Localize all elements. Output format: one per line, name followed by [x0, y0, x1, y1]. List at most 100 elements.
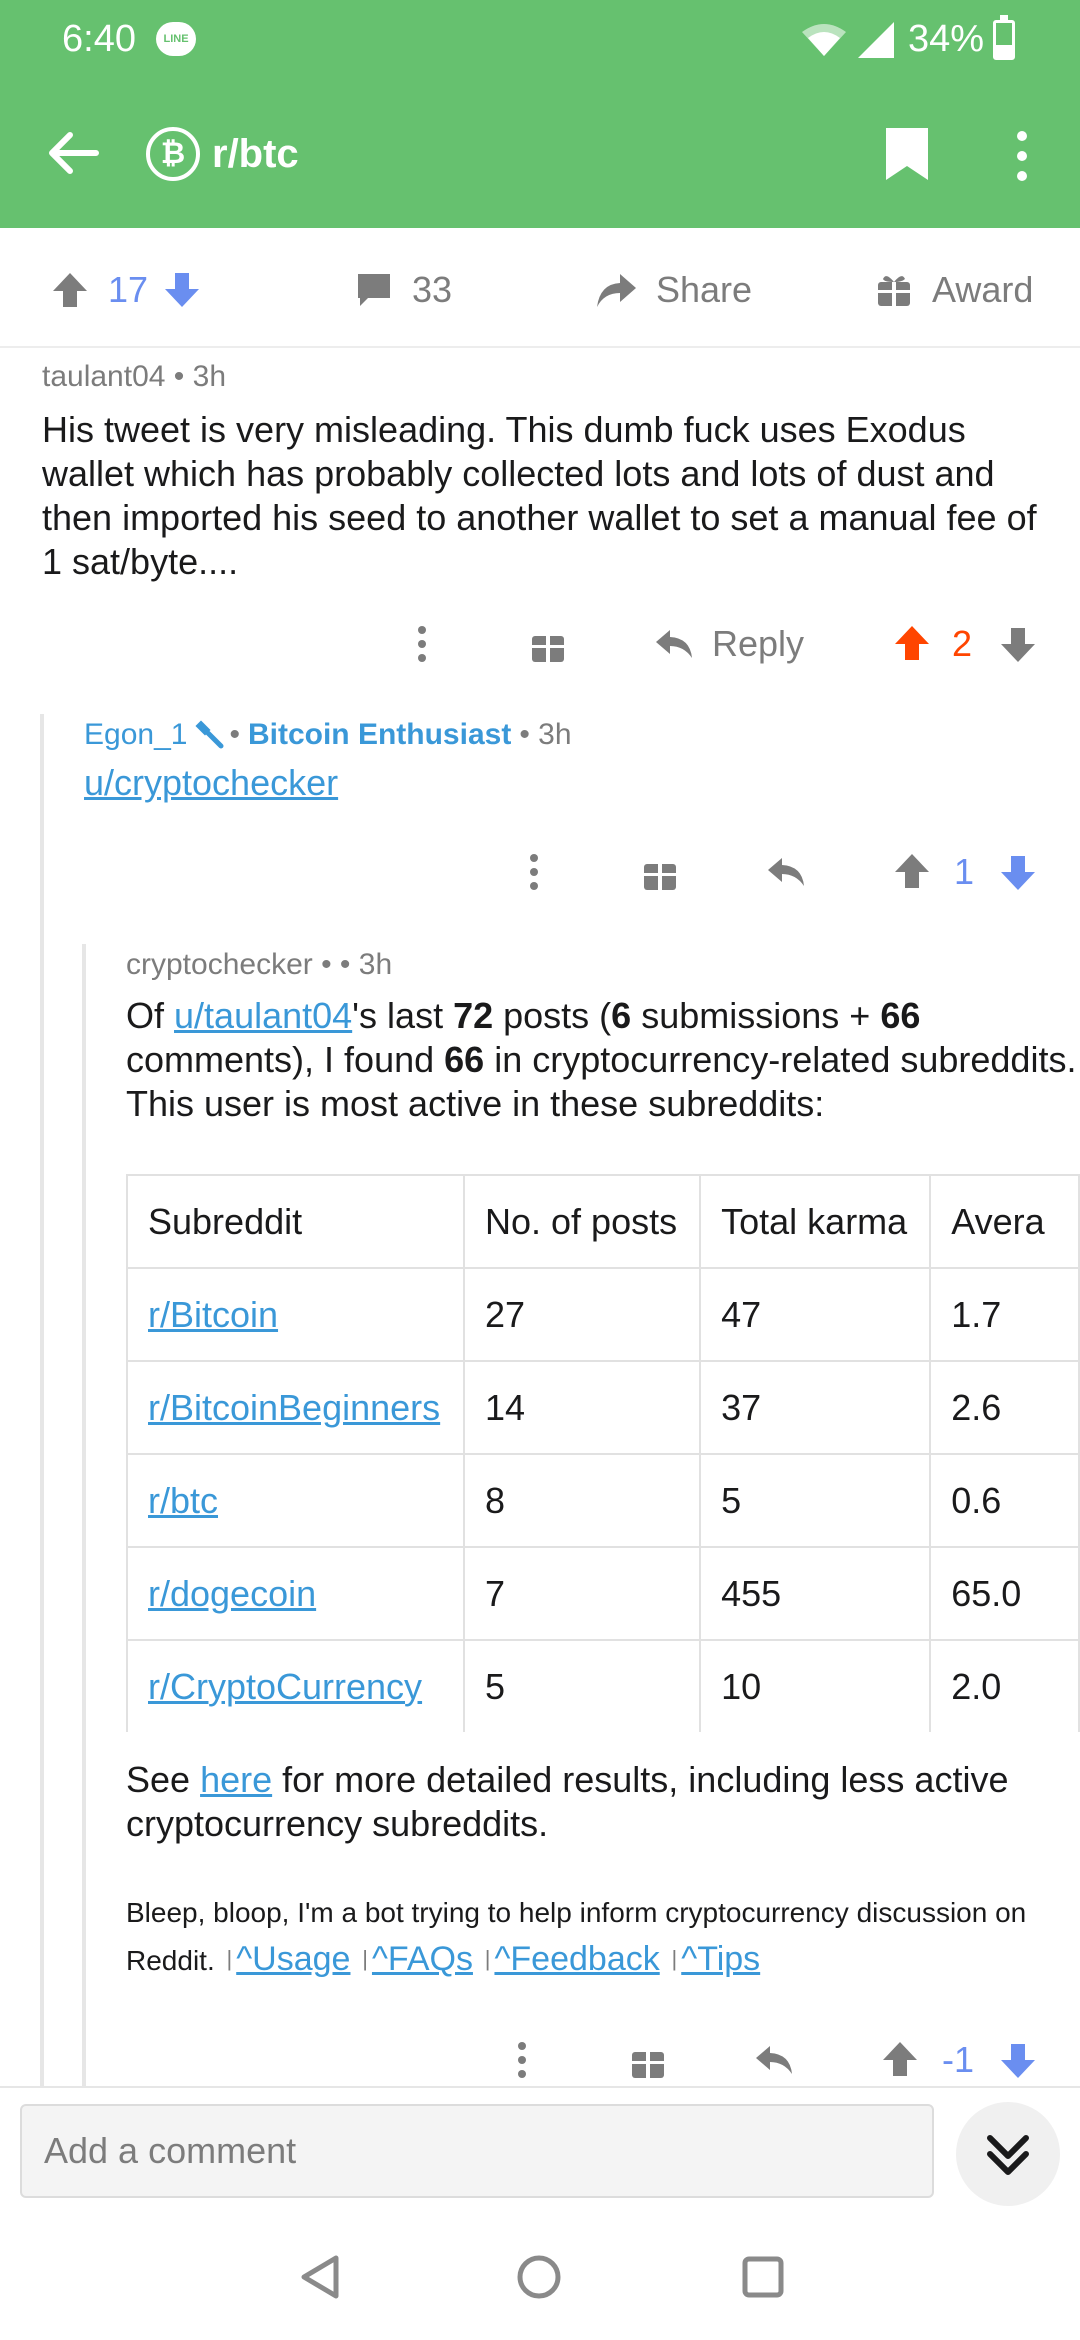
user-mention-link[interactable]: u/taulant04 — [174, 995, 352, 1036]
more-options-icon[interactable] — [508, 2030, 536, 2090]
more-options-icon[interactable] — [520, 842, 548, 902]
system-navigation-bar — [0, 2216, 1080, 2340]
table-row: r/btc 8 5 0.6 — [126, 1453, 1080, 1548]
body-text: Of — [126, 995, 175, 1036]
activity-table: Subreddit No. of posts Total karma Avera… — [126, 1174, 1080, 1732]
home-circle-icon[interactable] — [514, 2252, 564, 2302]
body-text: See — [126, 1759, 201, 1800]
bitcoin-logo-icon: ₿ — [146, 127, 200, 181]
table-cell: 0.6 — [929, 1453, 1080, 1548]
upvote-icon[interactable] — [880, 2030, 920, 2090]
wrench-icon — [195, 720, 224, 749]
downvote-icon[interactable] — [998, 614, 1038, 674]
comment-actions-egon1: 1 — [0, 842, 1080, 902]
bot-footer: Bleep, bloop, I'm a bot trying to help i… — [126, 1890, 1066, 1984]
double-chevron-down-icon — [987, 2135, 1029, 2175]
table-cell: 2.6 — [929, 1360, 1080, 1455]
subreddit-link[interactable]: r/dogecoin — [148, 1573, 316, 1614]
back-arrow-icon[interactable] — [40, 120, 106, 186]
downvote-icon[interactable] — [998, 2030, 1038, 2090]
table-header: Avera — [929, 1174, 1080, 1269]
tips-link[interactable]: ^Tips — [681, 1940, 760, 1978]
subreddit-title[interactable]: ₿ r/btc — [146, 124, 299, 184]
table-cell: 5 — [462, 1639, 702, 1732]
comment-body: His tweet is very misleading. This dumb … — [42, 409, 1037, 582]
subreddit-link[interactable]: r/Bitcoin — [148, 1294, 278, 1335]
table-header-row: Subreddit No. of posts Total karma Avera — [126, 1174, 1080, 1269]
comment-actions-cryptochecker: -1 — [0, 2030, 1080, 2090]
table-cell: 1.7 — [929, 1267, 1080, 1362]
comment-author[interactable]: taulant04 — [42, 360, 165, 393]
gift-icon[interactable] — [528, 614, 568, 674]
faqs-link[interactable]: ^FAQs — [372, 1940, 473, 1978]
gift-icon[interactable] — [640, 842, 680, 902]
upvote-icon[interactable] — [892, 842, 932, 902]
comment-score: 1 — [954, 851, 975, 892]
table-cell: 37 — [699, 1360, 932, 1455]
feedback-link[interactable]: ^Feedback — [494, 1940, 659, 1978]
table-row: r/Bitcoin 27 47 1.7 — [126, 1267, 1080, 1362]
usage-link[interactable]: ^Usage — [236, 1940, 350, 1978]
comment-meta: Egon_1 • Bitcoin Enthusiast • 3h — [84, 718, 1044, 752]
recents-square-icon[interactable] — [738, 2252, 788, 2302]
battery-percent: 34% — [908, 18, 985, 60]
meta-dot: • — [229, 718, 240, 751]
award-label: Award — [932, 269, 1034, 310]
downvote-icon[interactable] — [162, 270, 202, 310]
table-row: r/dogecoin 7 455 65.0 — [126, 1546, 1080, 1641]
back-triangle-icon[interactable] — [296, 2252, 346, 2302]
table-cell: 7 — [462, 1546, 702, 1641]
table-cell: 455 — [699, 1546, 932, 1641]
thread-line-level-1[interactable] — [40, 714, 44, 2086]
downvote-icon[interactable] — [998, 842, 1038, 902]
count-crypto: 66 — [444, 1039, 485, 1080]
comment-time: • 3h — [519, 718, 572, 751]
body-text: submissions + — [631, 995, 881, 1036]
post-vote: 17 — [50, 262, 202, 318]
reply-button[interactable]: Reply — [654, 614, 804, 674]
bookmark-icon[interactable] — [882, 126, 932, 182]
comment-meta: cryptochecker • • 3h — [126, 948, 1080, 982]
gift-icon[interactable] — [628, 2030, 668, 2090]
upvote-icon[interactable] — [50, 270, 90, 310]
separator: | — [671, 1946, 678, 1971]
subreddit-link[interactable]: r/btc — [148, 1480, 218, 1521]
table-cell: 5 — [699, 1453, 932, 1548]
count-comments: 66 — [880, 995, 921, 1036]
status-bar: 6:40 LINE 34% — [0, 0, 1080, 80]
comments-button[interactable]: 33 — [354, 262, 452, 318]
comment-time: • • 3h — [321, 948, 393, 981]
here-link[interactable]: here — [200, 1759, 272, 1800]
thread-line-level-2[interactable] — [82, 944, 86, 2086]
table-row: r/BitcoinBeginners 14 37 2.6 — [126, 1360, 1080, 1455]
comment-actions-taulant04: Reply 2 — [0, 614, 1080, 674]
collapse-comments-button[interactable] — [956, 2102, 1060, 2206]
subreddit-name: r/btc — [212, 131, 299, 176]
see-more-text: See here for more detailed results, incl… — [126, 1758, 1066, 1846]
table-header: Total karma — [699, 1174, 932, 1269]
app-header: 6:40 LINE 34% ₿ r/btc — [0, 0, 1080, 228]
subreddit-link[interactable]: r/CryptoCurrency — [148, 1666, 422, 1707]
separator: | — [226, 1946, 233, 1971]
table-header: Subreddit — [126, 1174, 465, 1269]
reply-arrow-icon[interactable] — [766, 842, 806, 902]
add-comment-input[interactable]: Add a comment — [20, 2104, 934, 2198]
comment-author[interactable]: cryptochecker — [126, 948, 313, 981]
count-submissions: 6 — [611, 995, 632, 1036]
upvote-icon[interactable] — [892, 614, 932, 674]
reply-arrow-icon[interactable] — [754, 2030, 794, 2090]
separator: | — [484, 1946, 491, 1971]
user-mention-link[interactable]: u/cryptochecker — [84, 762, 338, 804]
comment-count: 33 — [412, 269, 453, 310]
body-text: posts ( — [493, 995, 612, 1036]
award-button[interactable]: Award — [874, 262, 1033, 318]
subreddit-activity-table[interactable]: Subreddit No. of posts Total karma Avera… — [126, 1174, 1080, 1732]
subreddit-link[interactable]: r/BitcoinBeginners — [148, 1387, 440, 1428]
post-score: 17 — [108, 269, 149, 310]
more-options-icon[interactable] — [408, 614, 436, 674]
share-button[interactable]: Share — [594, 262, 752, 318]
comment-author[interactable]: Egon_1 — [84, 718, 187, 752]
share-label: Share — [656, 269, 753, 310]
body-text: 's last — [352, 995, 454, 1036]
more-options-icon[interactable] — [1000, 128, 1044, 184]
